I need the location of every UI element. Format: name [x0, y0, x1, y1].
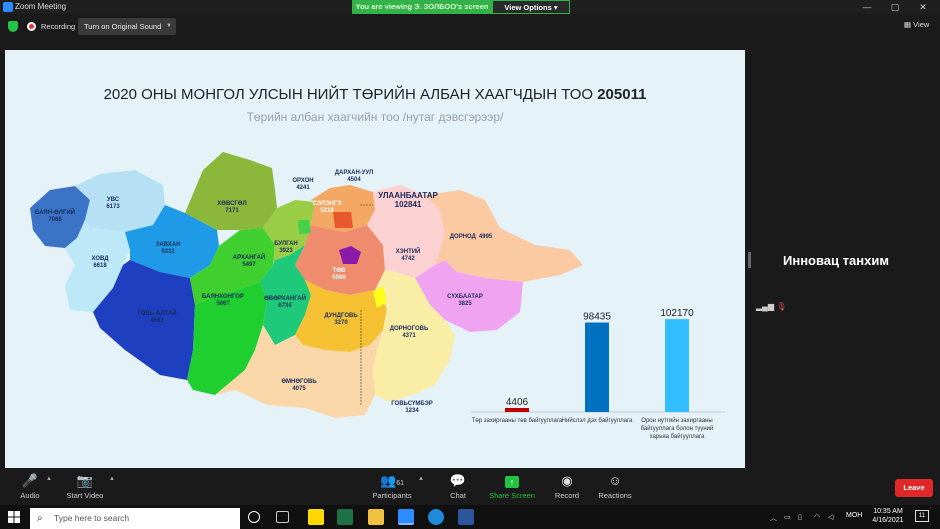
slide-title-text: 2020 ОНЫ МОНГОЛ УЛСЫН НИЙТ ТӨРИЙН АЛБАН …: [103, 86, 598, 103]
shared-screen: УВС 6173 БАЯН-ӨЛГИЙ 7068 ХОВД 6618 ЗАВХАН 53…: [5, 50, 745, 468]
participants-button[interactable]: 👥61 Participants ▲: [362, 470, 424, 500]
leave-button[interactable]: Leave: [895, 479, 933, 497]
taskbar-search-input[interactable]: ⌕ Type here to search: [30, 508, 240, 529]
recording-icon: [27, 22, 36, 31]
chat-icon: 💬: [449, 473, 467, 488]
edge-icon[interactable]: [428, 509, 444, 525]
search-placeholder: Type here to search: [54, 513, 130, 523]
windows-start-icon[interactable]: [8, 511, 20, 523]
record-label: Record: [554, 491, 580, 500]
word-icon[interactable]: [458, 509, 474, 525]
audio-button[interactable]: 🎤 Audio ▲: [0, 470, 60, 500]
region-label-khovd: ХОВД 6618: [91, 256, 109, 269]
region-label-orkhon: ОРХОН 4241: [292, 178, 313, 191]
chart-bar-2: [665, 319, 689, 412]
task-view-icon[interactable]: [276, 511, 289, 523]
participants-icon: 👥61: [380, 473, 404, 488]
share-screen-label: Share Screen: [489, 491, 535, 500]
recording-label: Recording: [41, 22, 76, 31]
slide-title: 2020 ОНЫ МОНГОЛ УЛСЫН НИЙТ ТӨРИЙН АЛБАН …: [5, 86, 745, 103]
region-label-govisumber: ГОВЬСҮМБЭР 1234: [391, 401, 433, 414]
zoom-taskbar-icon[interactable]: [398, 509, 414, 525]
close-button[interactable]: ✕: [911, 0, 935, 14]
speaker-status-icons: ▂▄▆ 🎙: [756, 302, 786, 311]
participants-chevron-up-icon[interactable]: ▲: [418, 476, 424, 482]
reactions-icon: ☺: [608, 473, 622, 488]
sticky-notes-icon[interactable]: [308, 509, 324, 525]
chart-data-label-2: 102170: [660, 308, 694, 319]
share-screen-icon: ↑: [482, 473, 542, 491]
excel-icon[interactable]: [337, 509, 353, 525]
file-explorer-icon[interactable]: [368, 509, 384, 525]
original-sound-label: Turn on Original Sound: [84, 22, 162, 31]
region-khuvsgul: [185, 152, 277, 230]
participants-count: 61: [396, 480, 404, 487]
share-screen-button[interactable]: ↑ Share Screen: [482, 470, 542, 500]
signal-bars-icon: ▂▄▆: [756, 302, 774, 311]
chevron-down-icon[interactable]: ▼: [166, 18, 172, 35]
participants-label: Participants: [372, 491, 412, 500]
window-title: Zoom Meeting: [15, 2, 67, 11]
video-off-icon: 📷: [76, 473, 94, 488]
chart-bar-1: [585, 322, 609, 412]
clock-date: 4/16/2021: [872, 517, 904, 524]
minimize-button[interactable]: —: [855, 0, 879, 14]
chat-label: Chat: [450, 491, 466, 500]
original-sound-button[interactable]: Turn on Original Sound ▼: [78, 18, 176, 35]
volume-icon[interactable]: ◁: [828, 513, 833, 521]
region-label-darkhan-uul: ДАРХАН-УУЛ 4504: [335, 170, 374, 183]
chart-bar-0: [505, 407, 529, 412]
chart-category-label-2: Орон нутгийн захиргааны байгууллага болон…: [641, 417, 714, 440]
start-video-label: Start Video: [66, 491, 104, 500]
taskbar-clock[interactable]: 10:35 AM 4/16/2021: [868, 507, 908, 525]
panel-splitter-handle[interactable]: [748, 252, 751, 268]
chart-data-label-0: 4406: [506, 397, 529, 408]
search-icon: ⌕: [37, 513, 43, 524]
clock-time: 10:35 AM: [873, 508, 903, 515]
slide-subtitle: Төрийн албан хаагчийн тоо /нутаг дэвсгэр…: [246, 110, 504, 124]
maximize-button[interactable]: ▢: [883, 0, 907, 14]
meeting-controls-bar: 🎤 Audio ▲ 📷 Start Video ▲ 👥61 Participan…: [0, 470, 940, 504]
region-label-uvs: УВС 6173: [106, 197, 120, 210]
active-speaker-name: Инновац танхим: [783, 253, 889, 268]
region-darkhan-uul: [333, 212, 353, 228]
notification-center-icon[interactable]: 11: [915, 510, 929, 522]
battery-icon[interactable]: ▯: [798, 513, 802, 521]
view-button[interactable]: ▦ View: [904, 20, 929, 29]
view-options-button[interactable]: View Options ▾: [492, 0, 570, 14]
chat-button[interactable]: 💬 Chat: [428, 470, 488, 500]
cortana-icon[interactable]: [248, 511, 260, 523]
muted-mic-icon: 🎙: [776, 302, 787, 311]
chart-category-label-0: Төр захиргааны төв байгууллага: [472, 417, 563, 424]
audio-chevron-up-icon[interactable]: ▲: [46, 476, 52, 482]
region-label-dornod: ДОРНОД 4995: [450, 234, 493, 240]
zoom-app-icon: [3, 2, 13, 12]
security-shield-icon[interactable]: [8, 21, 18, 32]
region-label-tuv: ТӨВ 5560: [332, 268, 346, 281]
input-language[interactable]: МОН: [846, 512, 862, 519]
bar-chart: 4406 Төр захиргааны төв байгууллага 98435 Н…: [470, 308, 725, 440]
audio-label: Audio: [20, 491, 40, 500]
network-icon[interactable]: ▭: [784, 513, 791, 521]
reactions-button[interactable]: ☺ Reactions: [585, 470, 645, 500]
region-orkhon: [298, 220, 311, 234]
video-chevron-up-icon[interactable]: ▲: [109, 476, 115, 482]
chart-data-label-1: 98435: [583, 312, 611, 323]
reactions-label: Reactions: [598, 491, 632, 500]
start-video-button[interactable]: 📷 Start Video ▲: [55, 470, 116, 500]
chevron-up-icon[interactable]: ︿: [770, 513, 777, 523]
viewing-screen-banner: You are viewing Э. ЗОЛБОО's screen: [352, 0, 492, 14]
chart-category-label-1: Нийслэл дэх байгууллага: [562, 417, 633, 424]
slide-title-total: 205011: [597, 86, 647, 103]
wifi-icon[interactable]: ◠: [814, 513, 820, 521]
